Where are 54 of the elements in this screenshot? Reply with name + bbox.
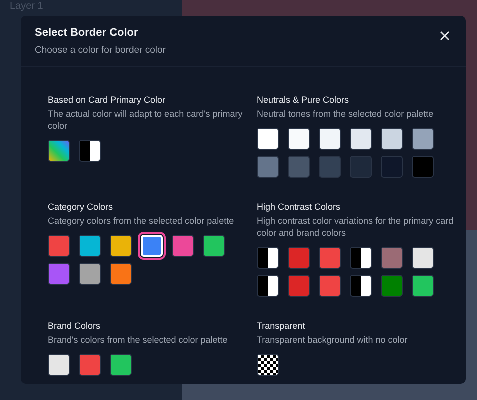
- section-title: Based on Card Primary Color: [48, 95, 167, 105]
- color-swatch[interactable]: [319, 128, 341, 150]
- section-title: Brand Colors: [48, 321, 102, 331]
- color-swatch[interactable]: [288, 275, 310, 297]
- transparent-swatch[interactable]: [257, 354, 279, 376]
- split-swatch[interactable]: [257, 247, 279, 269]
- color-swatch[interactable]: [257, 156, 279, 178]
- color-swatch[interactable]: [79, 235, 101, 257]
- color-swatch[interactable]: [288, 156, 310, 178]
- color-swatch[interactable]: [350, 156, 372, 178]
- section-title: Transparent: [257, 321, 306, 331]
- split-swatch[interactable]: [350, 275, 372, 297]
- section-description: Brand's colors from the selected color palette: [48, 334, 229, 346]
- color-swatch[interactable]: [257, 128, 279, 150]
- dialog-subtitle: Choose a color for border color: [35, 45, 166, 56]
- section-description: Transparent background with no color: [257, 334, 409, 346]
- section-title: High Contrast Colors: [257, 202, 342, 212]
- close-button[interactable]: [438, 29, 452, 43]
- color-swatch[interactable]: [350, 128, 372, 150]
- color-swatch[interactable]: [110, 235, 132, 257]
- color-swatch[interactable]: [319, 247, 341, 269]
- gradient-swatch[interactable]: [48, 140, 70, 162]
- color-swatch[interactable]: [381, 247, 403, 269]
- color-swatch[interactable]: [79, 354, 101, 376]
- color-swatch[interactable]: [381, 128, 403, 150]
- color-swatch[interactable]: [48, 263, 70, 285]
- color-swatch[interactable]: [288, 128, 310, 150]
- color-swatch[interactable]: [319, 156, 341, 178]
- color-swatch[interactable]: [288, 247, 310, 269]
- color-swatch[interactable]: [412, 156, 434, 178]
- section-description: Neutral tones from the selected color palette: [257, 108, 435, 120]
- color-swatch[interactable]: [48, 354, 70, 376]
- color-swatch[interactable]: [48, 235, 70, 257]
- color-swatch[interactable]: [110, 354, 132, 376]
- color-swatch[interactable]: [319, 275, 341, 297]
- color-swatch[interactable]: [203, 235, 225, 257]
- color-swatch[interactable]: [381, 275, 403, 297]
- section-description: The actual color will adapt to each card's primary color: [48, 108, 244, 132]
- dialog-title: Select Border Color: [35, 27, 140, 39]
- section-description: Category colors from the selected color palette: [48, 215, 236, 227]
- section-title: Category Colors: [48, 202, 114, 212]
- split-swatch[interactable]: [257, 275, 279, 297]
- split-swatch[interactable]: [350, 247, 372, 269]
- color-swatch[interactable]: [172, 235, 194, 257]
- color-swatch[interactable]: [79, 263, 101, 285]
- color-swatch[interactable]: [381, 156, 403, 178]
- section-description: High contrast color variations for the primary card color and brand colors: [257, 215, 455, 239]
- split-swatch[interactable]: [79, 140, 101, 162]
- color-swatch[interactable]: [412, 247, 434, 269]
- section-title: Neutrals & Pure Colors: [257, 95, 350, 105]
- color-swatch[interactable]: [412, 275, 434, 297]
- close-icon: [440, 31, 450, 41]
- color-swatch[interactable]: [110, 263, 132, 285]
- color-swatch[interactable]: [412, 128, 434, 150]
